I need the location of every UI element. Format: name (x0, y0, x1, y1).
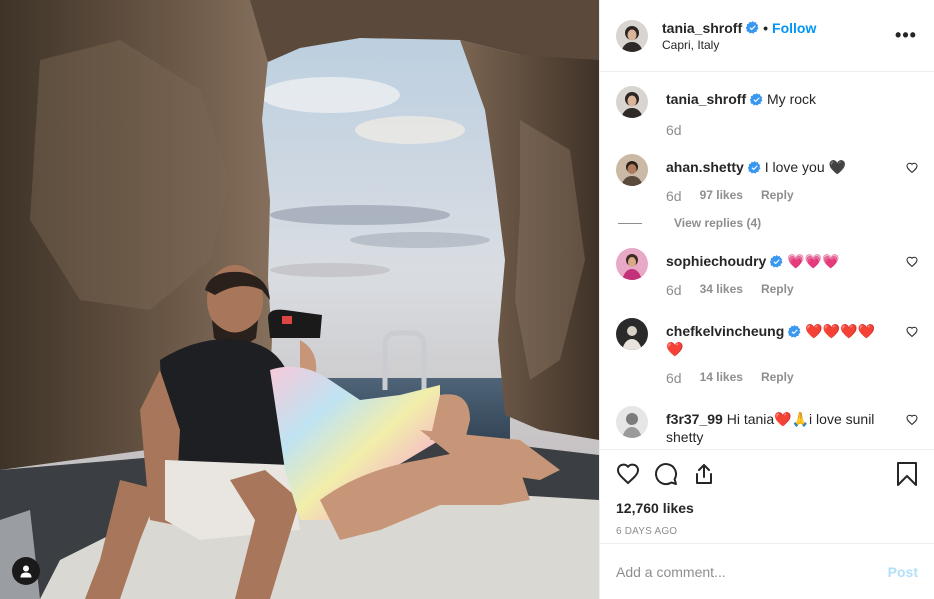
post-sidebar: tania_shroff • Follow Capri, Italy ••• t… (599, 0, 934, 599)
verified-badge-icon (747, 161, 761, 174)
comment-time[interactable]: 6d (666, 282, 682, 298)
comment-text: I love you 🖤 (764, 159, 846, 175)
like-comment-heart-icon[interactable] (906, 256, 918, 268)
verified-badge-icon (770, 255, 783, 268)
add-comment-input[interactable] (616, 563, 888, 580)
view-replies-label: View replies (4) (674, 216, 762, 230)
comment-text: 💗💗💗 (787, 253, 840, 269)
like-comment-heart-icon[interactable] (906, 162, 918, 174)
commenter-avatar[interactable] (616, 86, 648, 118)
avatar-image (616, 406, 648, 438)
verified-badge-icon (788, 325, 801, 338)
comment-username[interactable]: chefkelvincheung (666, 323, 784, 339)
comment-time[interactable]: 6d (666, 188, 682, 204)
post-photo[interactable] (0, 0, 599, 599)
verified-badge-icon (750, 93, 763, 106)
likes-count[interactable]: 12,760 likes (616, 500, 918, 516)
comment-username[interactable]: ahan.shetty (666, 159, 744, 175)
commenter-avatar[interactable] (616, 318, 648, 350)
avatar-image (616, 318, 648, 350)
commenter-avatar[interactable] (616, 248, 648, 280)
comment-item: f3r37_99 Hi tania❤️🙏i love sunil shetty (616, 406, 918, 446)
comment-item: sophiechoudry 💗💗💗 6d 34 likes Reply (616, 248, 918, 298)
comment-time[interactable]: 6d (666, 122, 682, 138)
commenter-avatar[interactable] (616, 154, 648, 186)
author-avatar[interactable] (616, 19, 648, 52)
share-icon[interactable] (692, 462, 716, 486)
comment-username[interactable]: f3r37_99 (666, 411, 723, 427)
more-options-icon[interactable]: ••• (894, 25, 918, 46)
avatar-image (616, 154, 648, 186)
like-comment-heart-icon[interactable] (906, 414, 918, 426)
comment-username[interactable]: sophiechoudry (666, 253, 766, 269)
user-tag-icon (20, 565, 32, 578)
separator-dot: • (763, 19, 769, 36)
caption: tania_shroff My rock 6d (616, 86, 918, 138)
avatar-image (616, 86, 648, 118)
post-comment-button[interactable]: Post (888, 564, 918, 580)
bookmark-icon[interactable] (896, 462, 918, 486)
add-comment-bar: Post (600, 543, 934, 599)
comment-time[interactable]: 6d (666, 370, 682, 386)
comments-list: tania_shroff My rock 6d ahan.shetty I lo… (600, 72, 934, 449)
avatar-image (616, 248, 648, 280)
like-heart-icon[interactable] (616, 462, 640, 486)
reply-button[interactable]: Reply (761, 370, 794, 386)
view-replies-button[interactable]: View replies (4) (618, 216, 918, 230)
comment-item: chefkelvincheung ❤️❤️❤️❤️ ❤️ 6d 14 likes… (616, 318, 918, 386)
avatar-image (616, 19, 648, 52)
post-location[interactable]: Capri, Italy (662, 38, 894, 52)
post-date: 6 DAYS AGO (616, 526, 678, 537)
replies-divider (618, 222, 642, 224)
follow-button[interactable]: Follow (772, 20, 816, 36)
author-username[interactable]: tania_shroff (662, 20, 742, 36)
post-modal: tania_shroff • Follow Capri, Italy ••• t… (0, 0, 934, 599)
comment-text: My rock (767, 91, 817, 107)
reply-button[interactable]: Reply (761, 188, 794, 204)
comment-likes[interactable]: 97 likes (700, 188, 743, 204)
comment-item: ahan.shetty I love you 🖤 6d 97 likes Rep… (616, 154, 918, 230)
like-comment-heart-icon[interactable] (906, 326, 918, 338)
photo-illustration (0, 0, 599, 599)
reply-button[interactable]: Reply (761, 282, 794, 298)
comment-likes[interactable]: 34 likes (700, 282, 743, 298)
post-header: tania_shroff • Follow Capri, Italy ••• (600, 0, 934, 72)
comment-username[interactable]: tania_shroff (666, 91, 746, 107)
post-actions: 12,760 likes 6 DAYS AGO (600, 449, 934, 543)
commenter-avatar[interactable] (616, 406, 648, 438)
verified-badge-icon (746, 21, 759, 34)
comment-bubble-icon[interactable] (654, 462, 678, 486)
user-tag-button[interactable] (12, 557, 40, 585)
comment-likes[interactable]: 14 likes (700, 370, 743, 386)
